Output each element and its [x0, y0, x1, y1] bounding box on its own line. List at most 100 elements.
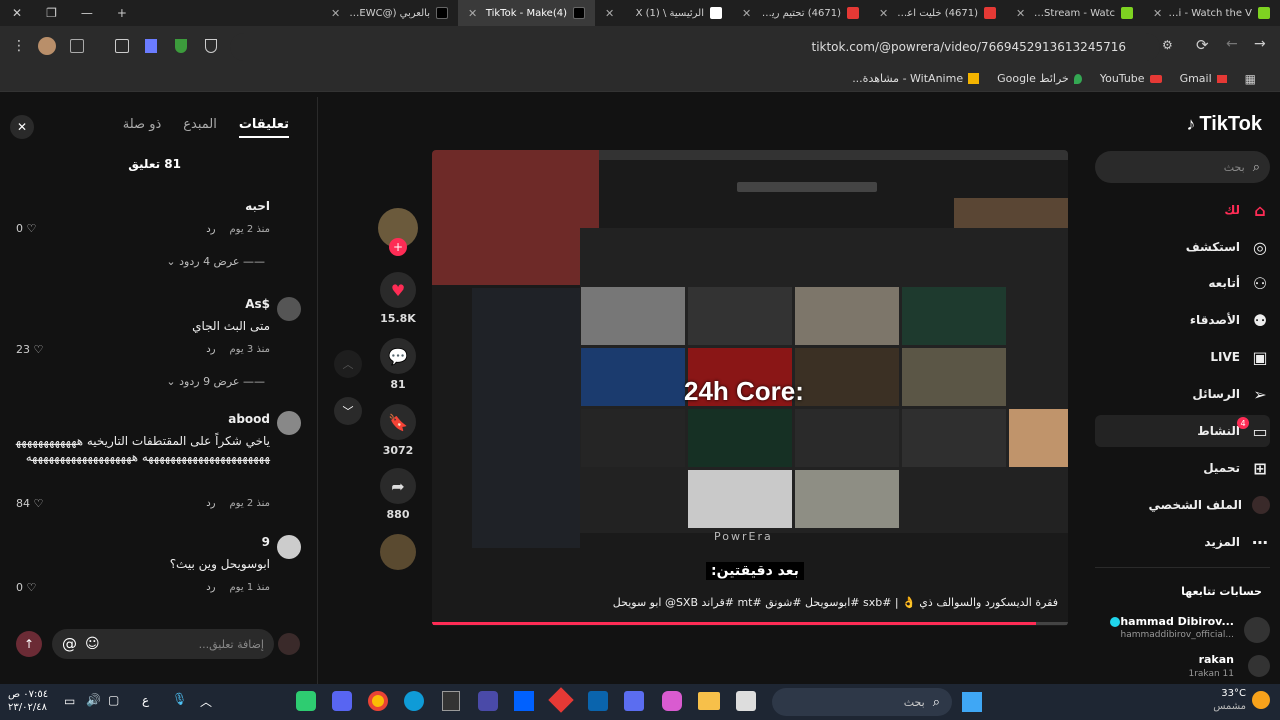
reply-button[interactable]: رد	[206, 582, 215, 593]
following-account[interactable]: hammad Dibirov... hammaddibirov_official…	[1100, 615, 1270, 645]
comment-button[interactable]: 💬 81	[376, 338, 420, 391]
bookmark-gmail[interactable]: Gmail	[1180, 72, 1227, 85]
new-tab-icon[interactable]: +	[117, 6, 127, 20]
edge-icon[interactable]	[404, 691, 424, 711]
windows-start-icon[interactable]	[962, 692, 982, 712]
like-button[interactable]: ♥ 15.8K	[376, 272, 420, 325]
epic-games-icon[interactable]	[442, 691, 460, 711]
like-count[interactable]: 0 ♡	[16, 581, 36, 594]
forward-icon[interactable]: ←	[1226, 36, 1238, 52]
avatar[interactable]	[38, 37, 56, 55]
sidebar-item-following[interactable]: ⚇ أتابعه	[1208, 269, 1270, 297]
puzzle-icon[interactable]	[115, 39, 129, 53]
tab-youtube-2[interactable]: (4671) تحتيم ريزدنت ✕	[732, 0, 869, 26]
like-count[interactable]: 23 ♡	[16, 343, 43, 356]
sidebar-item-profile[interactable]: الملف الشخصي	[1149, 491, 1270, 519]
mention-icon[interactable]: @	[62, 635, 77, 653]
close-icon[interactable]: ✕	[10, 115, 34, 139]
back-icon[interactable]: →	[1254, 36, 1266, 52]
sidebar-item-live[interactable]: ▣ LIVE	[1210, 343, 1270, 371]
copilot-icon[interactable]	[662, 691, 682, 711]
tray-clock[interactable]: ٠٧:٥٤ ص ٢٣/٠٢/٤٨	[8, 688, 48, 714]
tab-comments[interactable]: تعليقات	[238, 117, 289, 138]
reply-button[interactable]: رد	[206, 344, 215, 355]
send-button[interactable]: ↑	[16, 631, 42, 657]
language-indicator[interactable]: ع	[142, 693, 149, 707]
progress-bar[interactable]	[432, 622, 1068, 625]
sidebar-item-more[interactable]: ⋯ المزيد	[1204, 528, 1270, 556]
view-replies-button[interactable]: —— عرض 4 ردود ⌄	[166, 255, 265, 268]
close-icon[interactable]: ✕	[742, 7, 751, 20]
sidebar-item-upload[interactable]: ⊞ تحميل	[1203, 454, 1270, 482]
extension-icon[interactable]	[145, 39, 157, 53]
app-icon[interactable]	[296, 691, 316, 711]
comment-username[interactable]: $As	[245, 297, 270, 311]
address-bar[interactable]: tiktok.com/@powrera/video/76694529136132…	[230, 33, 1160, 61]
follow-button[interactable]: +	[389, 238, 407, 256]
tab-youtube-1[interactable]: (4671) خليت اعضاء با ✕	[869, 0, 1006, 26]
app-icon[interactable]	[736, 691, 756, 711]
tab-x[interactable]: الرئيسية \ (1) X ✕	[595, 0, 732, 26]
close-icon[interactable]: ✕	[879, 7, 888, 20]
restore-window-icon[interactable]: ❐	[46, 6, 57, 20]
like-count[interactable]: 0 ♡	[16, 222, 36, 235]
share-button[interactable]: ➦ 880	[376, 468, 420, 521]
battery-icon[interactable]: ▭	[64, 694, 75, 708]
volume-icon[interactable]: 🔊	[86, 693, 101, 707]
bookmark-youtube[interactable]: YouTube	[1100, 72, 1162, 85]
next-video-button[interactable]: ﹀	[334, 397, 362, 425]
sidebar-item-foryou[interactable]: ⌂ لك	[1224, 196, 1270, 224]
reply-button[interactable]: رد	[206, 224, 215, 235]
discord-icon[interactable]	[332, 691, 352, 711]
comment-input[interactable]: @ ☺ إضافة تعليق...	[52, 629, 274, 659]
weather-widget[interactable]: 33°C مشمس	[1213, 687, 1270, 713]
store-icon[interactable]	[624, 691, 644, 711]
extension-icon[interactable]	[70, 39, 84, 53]
app-icon[interactable]	[478, 691, 498, 711]
reply-button[interactable]: رد	[206, 498, 215, 509]
taskbar-search[interactable]: بحث ⌕	[772, 688, 952, 716]
search-input[interactable]: بحث ⌕	[1095, 151, 1270, 183]
tab-tiktok-active[interactable]: (4)TikTok - Make ✕	[458, 0, 595, 26]
sidebar-item-activity[interactable]: ▭ النشاط	[1197, 417, 1270, 445]
menu-icon[interactable]: ⋮	[12, 38, 26, 54]
following-account[interactable]: rakan 1rakan 11	[1100, 653, 1270, 683]
tab-creator[interactable]: المبدع	[183, 117, 217, 138]
comment-username[interactable]: 9	[262, 535, 270, 549]
sidebar-item-messages[interactable]: ➢ الرسائل	[1192, 380, 1270, 408]
emoji-icon[interactable]: ☺	[85, 636, 100, 652]
tiktok-logo[interactable]: ♪ TikTok	[1186, 113, 1262, 136]
music-disc-icon[interactable]	[380, 534, 416, 570]
sidebar-item-explore[interactable]: ◎ استكشف	[1186, 233, 1270, 261]
file-explorer-icon[interactable]	[698, 692, 720, 710]
outlook-icon[interactable]	[588, 691, 608, 711]
chevron-up-icon[interactable]: ︿	[200, 693, 212, 710]
close-icon[interactable]: ✕	[1153, 7, 1162, 20]
dropbox-icon[interactable]	[514, 691, 534, 711]
chrome-icon[interactable]	[368, 691, 388, 711]
close-icon[interactable]: ✕	[468, 7, 477, 20]
apps-icon[interactable]: ▦	[1245, 72, 1256, 86]
tab-related[interactable]: ذو صلة	[123, 117, 162, 138]
shield-icon[interactable]	[175, 39, 187, 53]
tab-youbi[interactable]: Youbi - Watch the V ✕	[1143, 0, 1280, 26]
like-count[interactable]: 84 ♡	[16, 497, 43, 510]
previous-video-button[interactable]: ︿	[334, 350, 362, 378]
view-replies-button[interactable]: —— عرض 9 ردود ⌄	[166, 375, 265, 388]
close-icon[interactable]: ✕	[331, 7, 340, 20]
minimize-window-icon[interactable]: —	[81, 6, 93, 20]
close-icon[interactable]: ✕	[605, 7, 614, 20]
app-icon[interactable]	[548, 687, 574, 713]
site-settings-icon[interactable]: ⚙	[1162, 38, 1173, 52]
close-icon[interactable]: ✕	[1016, 7, 1025, 20]
bookmark-maps[interactable]: خرائط Google	[997, 72, 1082, 85]
sidebar-item-friends[interactable]: ⚉ الأصدقاء	[1190, 306, 1270, 334]
shield-icon[interactable]	[205, 39, 217, 53]
tab-nxv7[interactable]: Nxv7 Stream - Watc ✕	[1006, 0, 1143, 26]
close-window-icon[interactable]: ✕	[12, 6, 22, 20]
video-player[interactable]: 24h Core: PowrEra بعد دقيقتين: فقرة الدي…	[432, 150, 1068, 626]
tab-tiktok-ewc[interactable]: بالعربي (@c_ar EWC ✕	[321, 0, 458, 26]
network-icon[interactable]: ▢	[108, 693, 119, 707]
reload-icon[interactable]: ⟳	[1196, 36, 1209, 54]
save-button[interactable]: 🔖 3072	[376, 404, 420, 457]
